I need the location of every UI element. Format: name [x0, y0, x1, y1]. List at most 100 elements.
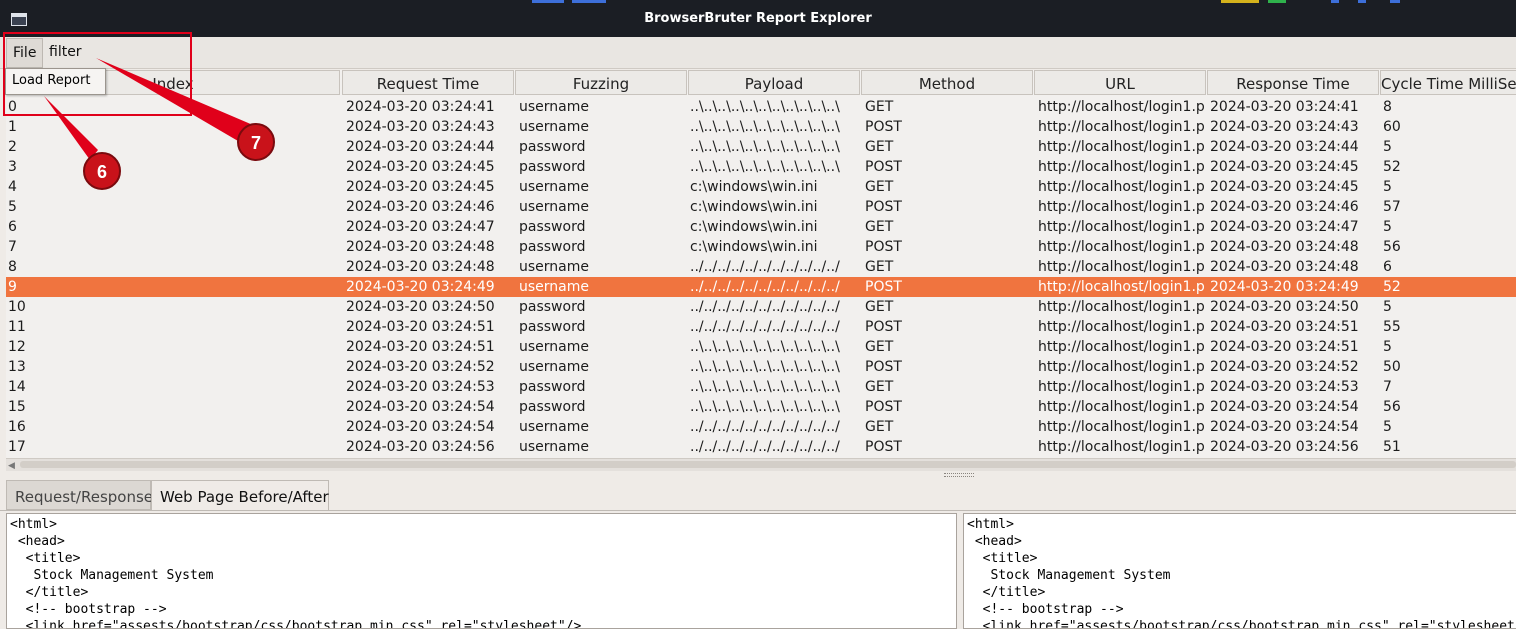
- after-page-source[interactable]: <html> <head> <title> Stock Management S…: [964, 514, 1516, 628]
- table-row[interactable]: 6 2024-03-20 03:24:47 password c:\windows\w…: [6, 217, 1516, 237]
- cell-response-time: 2024-03-20 03:24:51: [1210, 339, 1359, 355]
- table-row[interactable]: 2 2024-03-20 03:24:44 password ..\..\..\..\…: [6, 137, 1516, 157]
- cell-method: POST: [865, 359, 902, 375]
- cell-request-time: 2024-03-20 03:24:54: [346, 419, 495, 435]
- cell-index: 11: [8, 319, 26, 335]
- cell-cycle-time: 52: [1383, 279, 1401, 295]
- tray-indicator: [572, 0, 606, 3]
- cell-request-time: 2024-03-20 03:24:53: [346, 379, 495, 395]
- cell-payload: ../../../../../../../../../../../: [690, 319, 840, 335]
- report-table[interactable]: Index Request Time Fuzzing Payload Method URL…: [6, 70, 1516, 458]
- scrollbar-thumb[interactable]: [20, 461, 1516, 468]
- cell-request-time: 2024-03-20 03:24:48: [346, 259, 495, 275]
- cell-method: POST: [865, 279, 902, 295]
- cell-method: GET: [865, 419, 894, 435]
- cell-index: 10: [8, 299, 26, 315]
- load-report-menu-item[interactable]: Load Report: [12, 73, 90, 88]
- header-col-request-time[interactable]: Request Time: [342, 70, 514, 95]
- menu-bar: [0, 37, 1516, 69]
- cell-index: 17: [8, 439, 26, 455]
- cell-index: 12: [8, 339, 26, 355]
- table-row[interactable]: 13 2024-03-20 03:24:52 username ..\..\..\..…: [6, 357, 1516, 377]
- splitter-grip-icon[interactable]: [944, 473, 974, 477]
- table-row[interactable]: 14 2024-03-20 03:24:53 password ..\..\..\..…: [6, 377, 1516, 397]
- after-page-pane[interactable]: <html> <head> <title> Stock Management S…: [963, 513, 1516, 629]
- cell-index: 14: [8, 379, 26, 395]
- table-row[interactable]: 3 2024-03-20 03:24:45 password ..\..\..\..\…: [6, 157, 1516, 177]
- cell-method: POST: [865, 119, 902, 135]
- header-col-url[interactable]: URL: [1034, 70, 1206, 95]
- table-row[interactable]: 5 2024-03-20 03:24:46 username c:\windows\w…: [6, 197, 1516, 217]
- header-col-method[interactable]: Method: [861, 70, 1033, 95]
- cell-response-time: 2024-03-20 03:24:54: [1210, 419, 1359, 435]
- cell-index: 9: [8, 279, 17, 295]
- header-col-response-time[interactable]: Response Time: [1207, 70, 1379, 95]
- menu-file[interactable]: File: [6, 38, 44, 68]
- cell-index: 4: [8, 179, 17, 195]
- table-row[interactable]: 11 2024-03-20 03:24:51 password ../../../..…: [6, 317, 1516, 337]
- pane-splitter[interactable]: [0, 470, 1516, 478]
- tab-panel-border: [0, 510, 1516, 511]
- table-row[interactable]: 10 2024-03-20 03:24:50 password ../../../..…: [6, 297, 1516, 317]
- cell-response-time: 2024-03-20 03:24:48: [1210, 239, 1359, 255]
- table-row[interactable]: 1 2024-03-20 03:24:43 username ..\..\..\..\…: [6, 117, 1516, 137]
- cell-url: http://localhost/login1.p: [1038, 359, 1204, 375]
- cell-payload: c:\windows\win.ini: [690, 239, 818, 255]
- cell-request-time: 2024-03-20 03:24:56: [346, 439, 495, 455]
- tray-indicator: [1390, 0, 1400, 3]
- cell-url: http://localhost/login1.p: [1038, 259, 1204, 275]
- cell-method: POST: [865, 439, 902, 455]
- table-row[interactable]: 7 2024-03-20 03:24:48 password c:\windows\w…: [6, 237, 1516, 257]
- cell-response-time: 2024-03-20 03:24:53: [1210, 379, 1359, 395]
- tray-indicator: [1358, 0, 1366, 3]
- cell-response-time: 2024-03-20 03:24:50: [1210, 299, 1359, 315]
- before-page-source[interactable]: <html> <head> <title> Stock Management S…: [7, 514, 956, 628]
- cell-payload: ../../../../../../../../../../../: [690, 259, 840, 275]
- cell-payload: ..\..\..\..\..\..\..\..\..\..\..\: [690, 159, 840, 175]
- cell-request-time: 2024-03-20 03:24:44: [346, 139, 495, 155]
- cell-fuzzing: password: [519, 399, 586, 415]
- cell-cycle-time: 5: [1383, 339, 1392, 355]
- before-page-pane[interactable]: <html> <head> <title> Stock Management S…: [6, 513, 957, 629]
- cell-method: POST: [865, 159, 902, 175]
- table-row[interactable]: 9 2024-03-20 03:24:49 username ../../../../…: [6, 277, 1516, 297]
- cell-payload: ../../../../../../../../../../../: [690, 439, 840, 455]
- table-row[interactable]: 15 2024-03-20 03:24:54 password ..\..\..\..…: [6, 397, 1516, 417]
- cell-method: GET: [865, 179, 894, 195]
- menu-filter[interactable]: filter: [43, 38, 88, 66]
- header-col-payload[interactable]: Payload: [688, 70, 860, 95]
- tab-web-page-before-after[interactable]: Web Page Before/After: [151, 480, 329, 510]
- table-row[interactable]: 0 2024-03-20 03:24:41 username ..\..\..\..\…: [6, 97, 1516, 117]
- table-row[interactable]: 8 2024-03-20 03:24:48 username ../../../../…: [6, 257, 1516, 277]
- tab-request-response[interactable]: Request/Response: [6, 480, 153, 510]
- cell-method: GET: [865, 219, 894, 235]
- cell-request-time: 2024-03-20 03:24:50: [346, 299, 495, 315]
- table-row[interactable]: 17 2024-03-20 03:24:56 username ../../../..…: [6, 437, 1516, 457]
- cell-url: http://localhost/login1.p: [1038, 239, 1204, 255]
- cell-response-time: 2024-03-20 03:24:56: [1210, 439, 1359, 455]
- cell-response-time: 2024-03-20 03:24:52: [1210, 359, 1359, 375]
- cell-url: http://localhost/login1.p: [1038, 219, 1204, 235]
- cell-response-time: 2024-03-20 03:24:41: [1210, 99, 1359, 115]
- cell-fuzzing: username: [519, 359, 589, 375]
- tray-indicator: [1268, 0, 1286, 3]
- cell-response-time: 2024-03-20 03:24:48: [1210, 259, 1359, 275]
- cell-request-time: 2024-03-20 03:24:51: [346, 319, 495, 335]
- cell-index: 3: [8, 159, 17, 175]
- header-col-fuzzing[interactable]: Fuzzing: [515, 70, 687, 95]
- table-row[interactable]: 4 2024-03-20 03:24:45 username c:\windows\w…: [6, 177, 1516, 197]
- cell-request-time: 2024-03-20 03:24:45: [346, 159, 495, 175]
- cell-index: 0: [8, 99, 17, 115]
- cell-method: POST: [865, 319, 902, 335]
- cell-cycle-time: 50: [1383, 359, 1401, 375]
- cell-fuzzing: password: [519, 159, 586, 175]
- cell-cycle-time: 8: [1383, 99, 1392, 115]
- cell-method: POST: [865, 199, 902, 215]
- cell-request-time: 2024-03-20 03:24:52: [346, 359, 495, 375]
- table-row[interactable]: 12 2024-03-20 03:24:51 username ..\..\..\..…: [6, 337, 1516, 357]
- table-row[interactable]: 16 2024-03-20 03:24:54 username ../../../..…: [6, 417, 1516, 437]
- header-col-cycle-time[interactable]: Cycle Time MilliSeco: [1380, 70, 1516, 95]
- cell-method: GET: [865, 299, 894, 315]
- cell-payload: ..\..\..\..\..\..\..\..\..\..\..\: [690, 399, 840, 415]
- cell-request-time: 2024-03-20 03:24:48: [346, 239, 495, 255]
